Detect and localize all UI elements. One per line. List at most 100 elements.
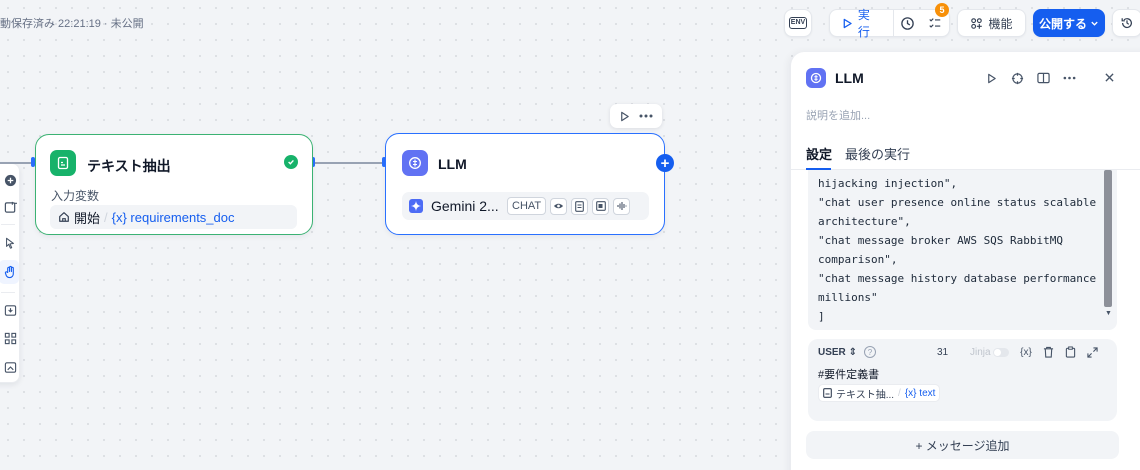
features-label: 機能 — [988, 16, 1013, 31]
model-capabilities: CHAT — [507, 197, 631, 215]
run-group: 実行 5 — [829, 3, 950, 39]
hand-tool[interactable] — [3, 265, 17, 279]
env-icon: ENV — [788, 17, 808, 29]
hand-icon — [4, 265, 14, 279]
video-icon — [592, 197, 610, 215]
prompt-text: #要件定義書 — [818, 369, 880, 381]
checklist-icon — [929, 18, 941, 28]
scroll-down-arrow-icon[interactable]: ▼ — [1105, 310, 1112, 317]
input-variable-label: 入力変数 — [51, 189, 100, 203]
input-variable-chip: 開始 / {x} requirements_doc — [50, 205, 297, 229]
add-message-button[interactable]: + メッセージ追加 — [806, 431, 1119, 459]
play-icon — [843, 18, 852, 28]
docs-button[interactable] — [1035, 70, 1051, 86]
code-line: hijacking injection", — [818, 177, 958, 190]
model-name: Gemini 2... — [431, 198, 499, 214]
variable-separator: / — [898, 387, 901, 399]
edge-start-extract — [0, 162, 35, 164]
apps-icon — [971, 17, 983, 29]
node-title: LLM — [438, 156, 467, 172]
run-button[interactable]: 実行 — [830, 8, 894, 39]
home-icon — [59, 212, 69, 222]
variable-source: 開始 — [74, 210, 101, 226]
chat-mode-tag: CHAT — [507, 197, 547, 215]
tab-settings[interactable]: 設定 — [806, 144, 832, 163]
palette-divider — [1, 292, 15, 293]
jinja-label: Jinja — [970, 347, 991, 358]
crosshair-icon — [1011, 72, 1023, 84]
checklist-badge: 5 — [935, 3, 949, 17]
document-extract-icon — [50, 150, 76, 176]
book-icon — [1036, 72, 1050, 84]
history-run-button[interactable] — [894, 10, 922, 36]
editor-scrollbar[interactable] — [1104, 170, 1112, 307]
variable-name: {x} text — [904, 387, 936, 399]
gemini-icon — [409, 199, 423, 213]
history-icon — [1121, 18, 1132, 29]
insert-variable-icon[interactable]: {x} — [1019, 345, 1033, 359]
node-text-extraction[interactable]: テキスト抽出 入力変数 開始 / {x} requirements_doc — [35, 134, 313, 235]
token-count: 31 — [937, 347, 949, 358]
organize-tool[interactable] — [3, 331, 17, 345]
run-label: 実行 — [857, 8, 870, 39]
help-icon[interactable]: ? — [864, 346, 876, 358]
publish-label: 公開する — [1038, 16, 1087, 31]
run-node-icon[interactable] — [619, 111, 630, 122]
node-llm[interactable]: LLM Gemini 2... CHAT — [385, 133, 665, 235]
play-icon — [987, 73, 996, 83]
document-extract-icon — [823, 388, 832, 398]
add-node-tool[interactable] — [3, 173, 17, 187]
expand-icon[interactable] — [1085, 345, 1099, 359]
llm-panel-icon — [806, 68, 826, 88]
checklist-button[interactable]: 5 — [921, 3, 949, 36]
more-icon[interactable] — [639, 114, 653, 118]
document-icon — [571, 197, 589, 215]
layout-grid-icon — [4, 332, 16, 344]
close-panel-button[interactable] — [1101, 69, 1117, 85]
minimap-tool[interactable] — [3, 360, 17, 374]
role-selector[interactable]: USER ⇕ — [818, 347, 857, 358]
env-button[interactable]: ENV — [784, 9, 812, 37]
role-label: USER — [818, 347, 846, 358]
features-button[interactable]: 機能 — [957, 9, 1026, 37]
chevron-down-icon — [1091, 21, 1098, 26]
node-title: テキスト抽出 — [87, 158, 171, 174]
jinja-toggle[interactable]: Jinja — [970, 347, 1009, 358]
prompt-variable-pill: テキスト抽... / {x} text — [818, 384, 941, 402]
more-icon — [1063, 76, 1075, 80]
tab-last-run[interactable]: 最後の実行 — [845, 144, 910, 163]
minimap-icon — [4, 361, 16, 373]
edge-extract-llm — [313, 162, 385, 164]
delete-icon[interactable] — [1041, 345, 1055, 359]
export-image-tool[interactable] — [3, 303, 17, 317]
canvas-tools-palette — [0, 163, 20, 383]
autosave-status: 動保存済み 22:21:19 · 未公開 — [0, 18, 144, 30]
locate-node-button[interactable] — [1009, 70, 1025, 86]
add-next-node-button[interactable]: + — [656, 154, 674, 172]
message-tools: {x} — [1019, 345, 1099, 359]
publish-button[interactable]: 公開する — [1033, 9, 1105, 37]
user-message-block[interactable]: USER ⇕ ? 31 Jinja {x} #要件定義書 テキスト抽... / … — [808, 339, 1117, 421]
code-line: "chat user presence online status scalab… — [818, 196, 1103, 228]
version-history-button[interactable] — [1112, 9, 1140, 37]
clock-play-icon — [901, 16, 914, 30]
model-selector[interactable]: Gemini 2... CHAT — [402, 192, 649, 220]
code-line: ] — [818, 310, 825, 323]
code-content: hijacking injection", "chat user presence… — [818, 174, 1103, 326]
more-options-button[interactable] — [1061, 70, 1077, 86]
toggle-switch — [992, 348, 1009, 357]
description-input[interactable]: 説明を追加... — [806, 107, 870, 123]
run-step-button[interactable] — [983, 70, 999, 86]
pointer-tool[interactable] — [3, 236, 17, 250]
variable-separator: / — [104, 209, 108, 225]
audio-icon — [613, 197, 631, 215]
prompt-code-editor[interactable]: hijacking injection", "chat user presence… — [808, 170, 1117, 330]
success-check-icon — [284, 155, 298, 169]
add-note-tool[interactable] — [3, 200, 17, 214]
copy-icon[interactable] — [1063, 345, 1077, 359]
palette-divider — [1, 224, 15, 225]
code-line: "chat message broker AWS SQS RabbitMQ co… — [818, 234, 1070, 266]
panel-actions — [983, 70, 1077, 86]
vision-icon — [550, 197, 568, 215]
variable-source: テキスト抽... — [836, 389, 895, 401]
